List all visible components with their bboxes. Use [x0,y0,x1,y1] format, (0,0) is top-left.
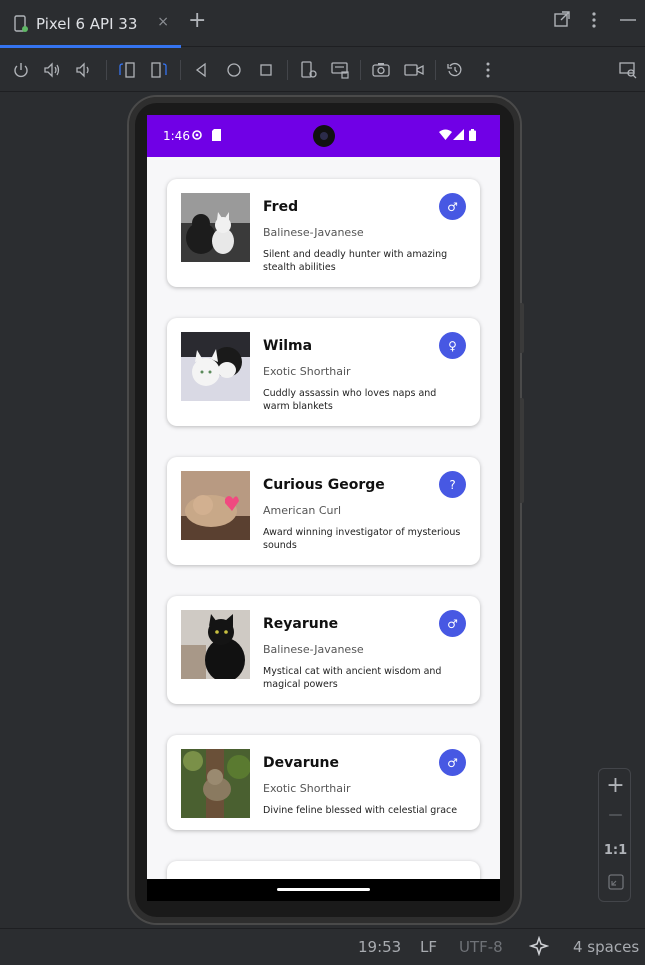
minimize-icon[interactable] [619,10,637,34]
power-icon[interactable] [10,59,32,81]
tab-pixel-6[interactable]: Pixel 6 API 33 × [0,0,181,48]
device-mirror-icon[interactable] [617,59,639,81]
device-screen[interactable]: 1:46 Fred Balinese-Javanese Silent and d… [147,115,500,901]
toolbar-divider [287,60,288,80]
zoom-in-button[interactable]: + [599,773,632,798]
cat-photo [181,332,250,401]
phone-power-button [520,303,524,353]
cat-breed: Exotic Shorthair [263,365,351,378]
cat-name: Reyarune [263,616,339,632]
screen-record-icon[interactable] [403,59,425,81]
device-settings-icon[interactable] [298,59,320,81]
volume-up-icon[interactable] [42,59,64,81]
snapshot-icon[interactable] [444,59,466,81]
close-icon[interactable]: × [157,14,169,30]
cat-name: Wilma [263,338,313,354]
cat-breed: Exotic Shorthair [263,782,351,795]
cat-photo [181,610,250,679]
emulator-viewport: 1:46 Fred Balinese-Javanese Silent and d… [0,93,645,928]
phone-volume-button [520,398,524,503]
cat-name: Curious George [263,477,385,493]
cat-description: Mystical cat with ancient wisdom and mag… [263,666,442,690]
android-nav-bar [147,879,500,901]
cat-card[interactable]: Curious George American Curl Award winni… [167,457,480,565]
cat-card[interactable]: Fred Balinese-Javanese Silent and deadly… [167,179,480,287]
cat-name: Devarune [263,755,340,771]
ai-assistant-icon[interactable] [528,935,550,960]
open-external-icon[interactable] [553,10,571,34]
cat-breed: American Curl [263,504,342,517]
cat-description: Cuddly assassin who loves naps and warm … [263,388,437,412]
gesture-handle[interactable] [277,888,370,891]
zoom-ratio-button[interactable]: 1:1 [599,843,632,858]
front-camera [313,125,335,147]
unknown-gender-icon[interactable]: ? [439,471,466,498]
female-icon[interactable]: ♀ [439,332,466,359]
back-icon[interactable] [190,59,212,81]
zoom-out-button[interactable]: — [599,807,632,823]
cursor-position[interactable]: 19:53 [358,938,401,956]
toolbar-divider [435,60,436,80]
zoom-panel: + — 1:1 [598,768,631,902]
wifi-icon [439,129,452,143]
cat-card[interactable]: Reyarune Balinese-Javanese Mystical cat … [167,596,480,704]
more-options-icon[interactable] [588,10,600,36]
fit-screen-icon[interactable] [599,874,632,894]
tab-bar: Pixel 6 API 33 × + [0,0,645,48]
status-time: 1:46 [163,129,190,143]
overview-icon[interactable] [255,59,277,81]
device-icon [12,14,30,33]
screenshot-icon[interactable] [370,59,392,81]
cat-list[interactable]: Fred Balinese-Javanese Silent and deadly… [147,157,500,879]
cat-photo [181,749,250,818]
tab-title: Pixel 6 API 33 [36,14,138,33]
add-tab-button[interactable]: + [188,10,206,32]
toolbar-divider [106,60,107,80]
toolbar-divider [360,60,361,80]
cat-name: Fred [263,199,299,215]
rotate-left-icon[interactable] [116,59,138,81]
sd-card-icon [212,129,221,144]
cat-description: Award winning investigator of mysterious… [263,527,461,551]
cat-photo [181,193,250,262]
male-icon[interactable]: ♂ [439,610,466,637]
settings-icon [191,129,203,144]
ide-status-bar: 19:53 LF UTF-8 4 spaces [0,928,645,965]
home-icon[interactable] [223,59,245,81]
volume-down-icon[interactable] [73,59,95,81]
cat-card[interactable]: Wilma Exotic Shorthair Cuddly assassin w… [167,318,480,426]
more-icon[interactable] [477,59,499,81]
android-status-bar: 1:46 [147,115,500,157]
cat-description: Divine feline blessed with celestial gra… [263,805,458,816]
battery-icon [469,129,476,144]
keyboard-icon[interactable] [329,59,351,81]
cat-card-partial[interactable] [167,861,480,879]
line-separator[interactable]: LF [420,938,437,956]
rotate-right-icon[interactable] [148,59,170,81]
cat-card[interactable]: Devarune Exotic Shorthair Divine feline … [167,735,480,830]
cat-photo [181,471,250,540]
cat-description: Silent and deadly hunter with amazing st… [263,249,448,273]
cat-breed: Balinese-Javanese [263,226,364,239]
male-icon[interactable]: ♂ [439,193,466,220]
cat-breed: Balinese-Javanese [263,643,364,656]
emulator-toolbar [0,48,645,92]
toolbar-divider [180,60,181,80]
indent-setting[interactable]: 4 spaces [573,938,639,956]
file-encoding[interactable]: UTF-8 [459,938,503,956]
signal-icon [453,129,464,143]
male-icon[interactable]: ♂ [439,749,466,776]
